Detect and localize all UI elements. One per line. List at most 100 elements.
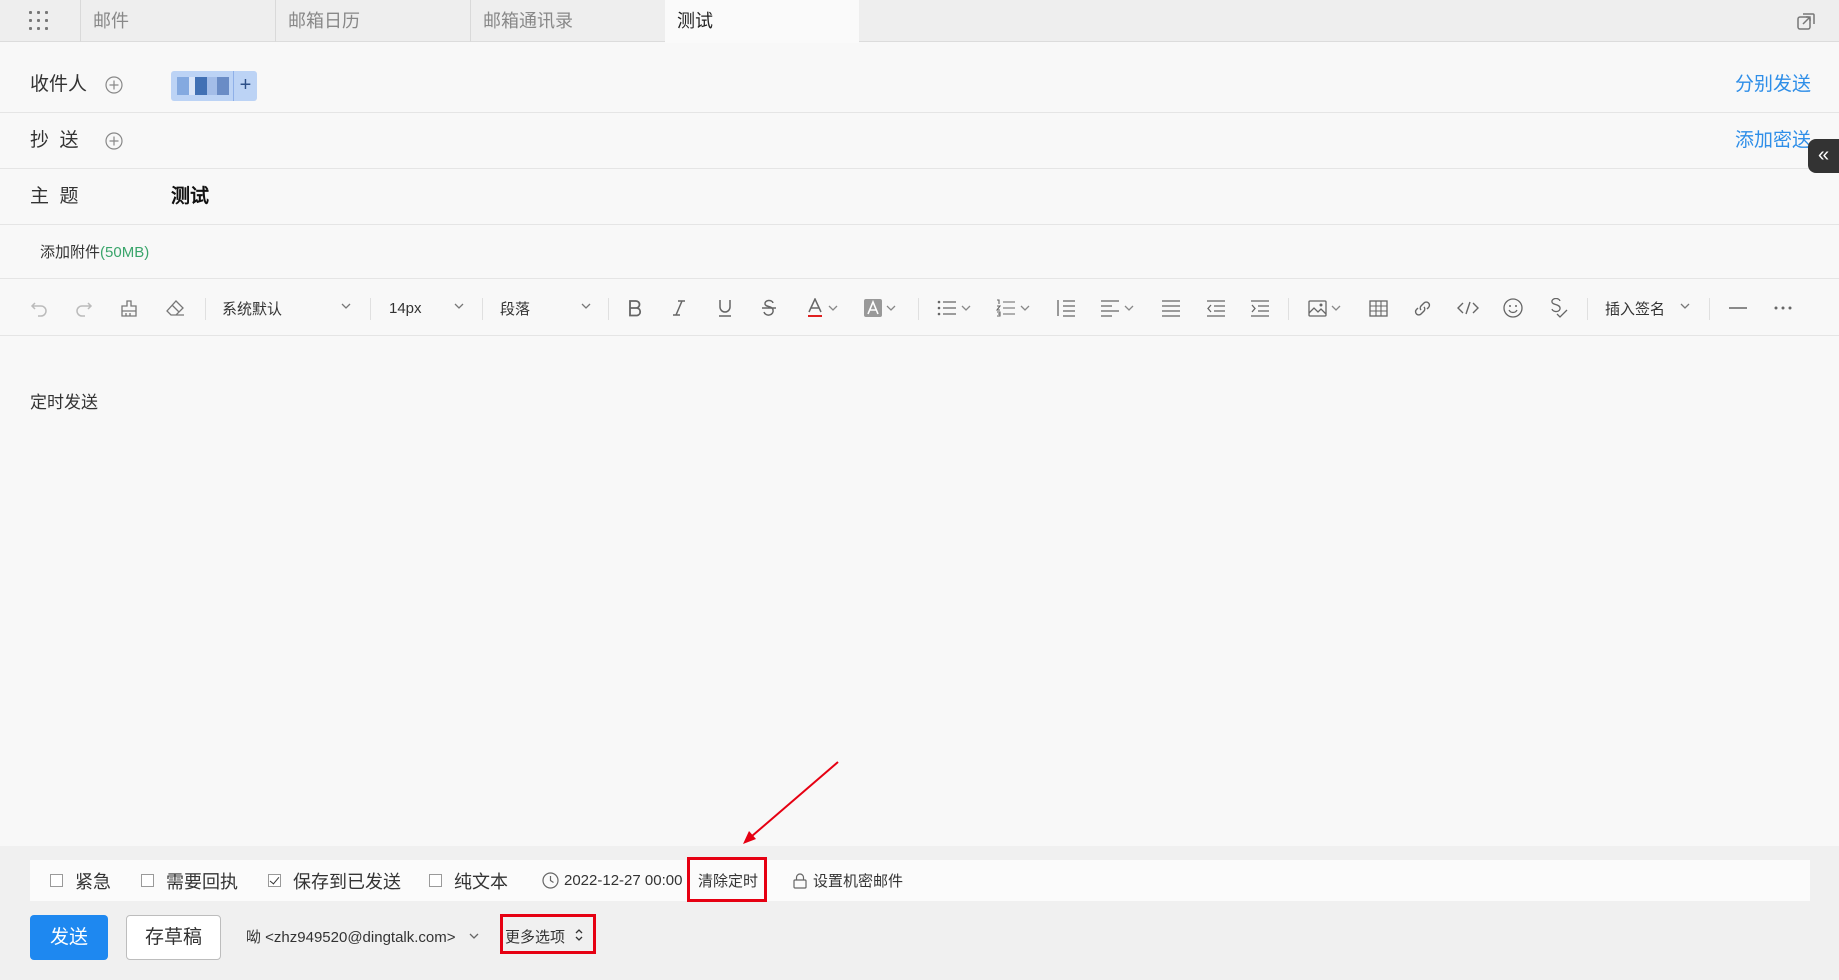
- align-button[interactable]: [1100, 280, 1134, 336]
- tab-calendar[interactable]: 邮箱日历: [275, 0, 465, 42]
- align-justify-icon: [1162, 300, 1180, 317]
- image-icon: [1308, 299, 1327, 317]
- toolbar-divider: [1709, 298, 1710, 320]
- chevron-updown-icon[interactable]: [574, 927, 584, 943]
- insert-table-button[interactable]: [1369, 280, 1388, 336]
- subject-label: 主 题: [30, 186, 79, 207]
- horizontal-rule-button[interactable]: [1728, 280, 1748, 336]
- toolbar-divider: [918, 298, 919, 320]
- save-draft-button[interactable]: 存草稿: [126, 915, 221, 960]
- cc-row: 抄 送 添加密送: [0, 113, 1839, 169]
- secure-mail-button[interactable]: 设置机密邮件: [793, 860, 903, 901]
- send-separately-link[interactable]: 分别发送: [1735, 57, 1811, 113]
- chevron-down-icon: [454, 303, 464, 309]
- to-row: 收件人 + 分别发送: [0, 57, 1839, 113]
- highlight-color-button[interactable]: [864, 280, 896, 336]
- spell-check-icon: [1551, 298, 1568, 318]
- toolbar-divider: [205, 298, 206, 320]
- send-button[interactable]: 发送: [30, 915, 108, 960]
- undo-button[interactable]: [30, 280, 48, 336]
- chevron-down-icon: [1331, 305, 1341, 311]
- format-painter-button[interactable]: [120, 280, 138, 336]
- strikethrough-button[interactable]: [761, 280, 777, 336]
- indent-button[interactable]: [1250, 280, 1270, 336]
- attachment-size-limit: (50MB): [100, 244, 150, 261]
- signature-label: 插入签名: [1605, 300, 1666, 318]
- urgent-label: 紧急: [75, 871, 111, 892]
- insert-image-button[interactable]: [1308, 280, 1341, 336]
- insert-code-button[interactable]: [1457, 280, 1479, 336]
- more-options-button[interactable]: 更多选项: [505, 915, 565, 960]
- underline-button[interactable]: [717, 280, 733, 336]
- recipient-chip[interactable]: +: [171, 71, 257, 101]
- paragraph-value: 段落: [500, 300, 531, 318]
- clock-icon: [542, 872, 559, 889]
- scheduled-time[interactable]: 2022-12-27 00:00: [542, 860, 682, 901]
- spell-check-button[interactable]: [1548, 280, 1568, 336]
- toolbar-divider: [482, 298, 483, 320]
- numbered-list-icon: [996, 299, 1015, 317]
- insert-link-button[interactable]: [1413, 280, 1432, 336]
- font-color-button[interactable]: [806, 280, 838, 336]
- checkbox-unchecked: [429, 874, 442, 887]
- table-icon: [1369, 299, 1388, 317]
- tab-compose-test[interactable]: 测试: [665, 0, 859, 43]
- tab-contacts[interactable]: 邮箱通讯录: [470, 0, 665, 42]
- emoji-button[interactable]: [1503, 280, 1523, 336]
- paragraph-select[interactable]: 段落: [500, 280, 592, 336]
- secure-mail-label: 设置机密邮件: [813, 873, 904, 890]
- chip-add-button[interactable]: +: [233, 71, 257, 101]
- chevron-down-icon: [341, 303, 351, 309]
- justify-button[interactable]: [1161, 280, 1181, 336]
- align-left-icon: [1101, 300, 1119, 317]
- add-recipient-icon[interactable]: [105, 76, 123, 94]
- line-height-button[interactable]: [1056, 280, 1076, 336]
- font-color-icon: [808, 298, 822, 317]
- bold-button[interactable]: [627, 280, 643, 336]
- apps-grid-icon[interactable]: [29, 11, 49, 31]
- strikethrough-icon: [762, 299, 776, 316]
- font-size-select[interactable]: 14px: [389, 280, 465, 336]
- more-tools-button[interactable]: [1774, 280, 1792, 336]
- redo-button[interactable]: [75, 280, 93, 336]
- popout-window-icon[interactable]: [1797, 13, 1815, 30]
- to-label: 收件人: [30, 74, 88, 95]
- underline-icon: [719, 300, 731, 317]
- code-icon: [1457, 301, 1479, 315]
- line-height-icon: [1057, 300, 1075, 317]
- checkbox-unchecked: [141, 874, 154, 887]
- toolbar-divider: [1587, 298, 1588, 320]
- tab-mail[interactable]: 邮件: [80, 0, 280, 42]
- italic-icon: [673, 300, 685, 316]
- insert-signature-select[interactable]: 插入签名: [1605, 280, 1691, 336]
- toolbar-divider: [1288, 298, 1289, 320]
- save-sent-checkbox[interactable]: 保存到已发送: [268, 860, 401, 901]
- font-family-select[interactable]: 系统默认: [222, 280, 352, 336]
- outdent-button[interactable]: [1206, 280, 1226, 336]
- clear-timer-label: 清除定时: [698, 873, 759, 890]
- add-attachment-link[interactable]: 添加附件(50MB): [40, 226, 149, 279]
- email-body-editor[interactable]: 定时发送: [30, 388, 98, 413]
- plain-text-checkbox[interactable]: 纯文本: [429, 860, 508, 901]
- add-bcc-link[interactable]: 添加密送: [1735, 113, 1811, 169]
- subject-input[interactable]: 测试: [171, 169, 209, 225]
- urgent-checkbox[interactable]: 紧急: [50, 860, 111, 901]
- attachment-row: 添加附件(50MB): [0, 226, 1839, 279]
- numbered-list-button[interactable]: [996, 280, 1030, 336]
- attachment-label: 添加附件: [40, 244, 101, 261]
- chevron-down-icon: [581, 303, 591, 309]
- italic-button[interactable]: [672, 280, 686, 336]
- receipt-checkbox[interactable]: 需要回执: [141, 860, 238, 901]
- highlight-color-icon: [864, 299, 882, 317]
- plain-text-label: 纯文本: [454, 871, 508, 892]
- chevron-down-icon[interactable]: [468, 932, 480, 940]
- clear-format-button[interactable]: [165, 280, 185, 336]
- subject-row: 主 题 测试: [0, 169, 1839, 225]
- link-icon: [1414, 300, 1431, 316]
- clear-timer-button[interactable]: 清除定时: [698, 860, 758, 901]
- sender-select[interactable]: 呦 <zhz949520@dingtalk.com>: [246, 915, 456, 960]
- add-cc-icon[interactable]: [105, 132, 123, 150]
- bullet-list-button[interactable]: [937, 280, 971, 336]
- collapse-panel-button[interactable]: «: [1808, 139, 1839, 173]
- font-size-value: 14px: [389, 299, 422, 317]
